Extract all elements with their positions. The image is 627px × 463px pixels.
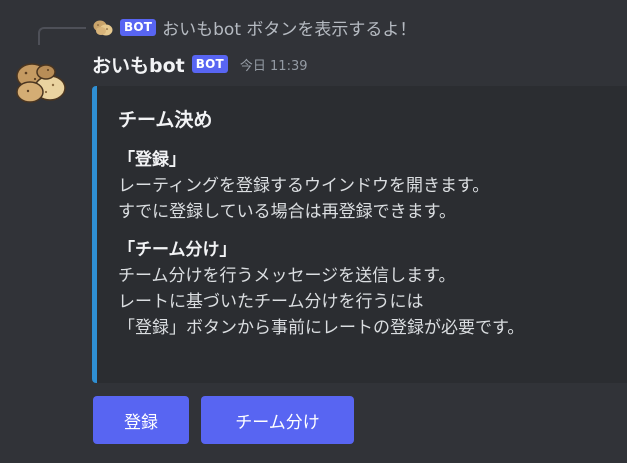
embed-field-line: 「登録」ボタンから事前にレートの登録が必要です。 bbox=[118, 318, 525, 338]
embed-field-line: チーム分けを行うメッセージを送信します。 bbox=[118, 266, 456, 286]
embed-field-value-register: レーティングを登録するウインドウを開きます。 すでに登録している場合は再登録でき… bbox=[118, 173, 627, 225]
reply-bot-tag: BOT bbox=[120, 18, 157, 36]
embed-field-name-register: 「登録」 bbox=[118, 150, 186, 170]
team-split-button[interactable]: チーム分け bbox=[201, 396, 354, 444]
message-header: おいもbot BOT 今日 11:39 bbox=[92, 50, 308, 78]
embed-field-line: レートに基づいたチーム分けを行うには bbox=[118, 292, 424, 312]
embed-title: チーム決め bbox=[118, 109, 213, 131]
timestamp: 今日 11:39 bbox=[239, 58, 308, 74]
reply-connector-line bbox=[38, 27, 86, 45]
embed-field-name-team-split: 「チーム分け」 bbox=[118, 240, 237, 260]
potato-icon[interactable] bbox=[8, 54, 72, 108]
reply-preview[interactable]: BOT おいもbot ボタンを表示するよ！ bbox=[92, 14, 416, 40]
potato-icon[interactable] bbox=[92, 16, 114, 38]
embed-field-line: すでに登録している場合は再登録できます。 bbox=[118, 202, 456, 222]
bot-tag: BOT bbox=[191, 55, 228, 73]
register-button[interactable]: 登録 bbox=[93, 396, 189, 444]
embed: チーム決め 「登録」 レーティングを登録するウインドウを開きます。 すでに登録し… bbox=[92, 86, 627, 383]
button-row: 登録 チーム分け bbox=[93, 396, 366, 444]
reply-text[interactable]: おいもbot ボタンを表示するよ！ bbox=[162, 15, 416, 40]
username[interactable]: おいもbot bbox=[92, 51, 185, 78]
embed-field-line: レーティングを登録するウインドウを開きます。 bbox=[118, 176, 490, 196]
discord-message: BOT おいもbot ボタンを表示するよ！ おいもbot BOT 今日 11:3… bbox=[0, 0, 627, 463]
embed-field-value-team-split: チーム分けを行うメッセージを送信します。 レートに基づいたチーム分けを行うには … bbox=[118, 263, 627, 341]
